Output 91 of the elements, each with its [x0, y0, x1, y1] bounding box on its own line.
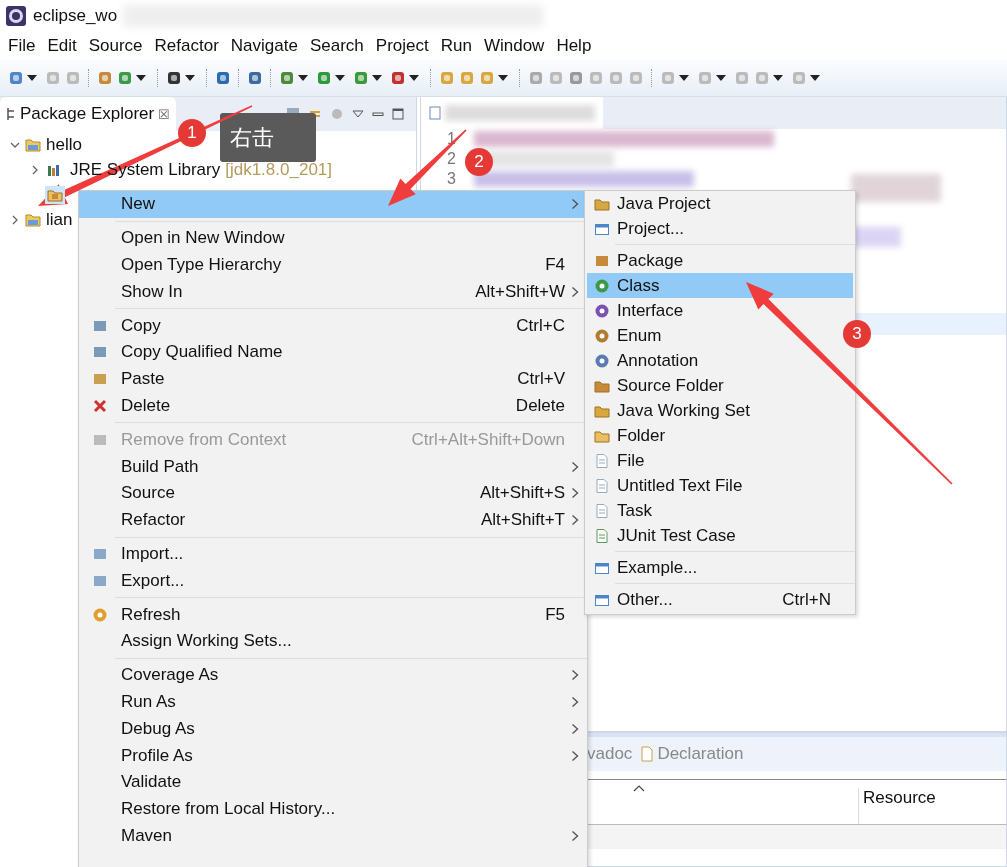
caret-icon[interactable] — [372, 75, 382, 81]
line-number: 3 — [447, 170, 456, 188]
menu-item[interactable]: Run As — [79, 688, 587, 716]
at-icon — [594, 352, 610, 369]
caret-icon[interactable] — [810, 75, 820, 81]
menu-item[interactable]: Help — [550, 36, 598, 56]
menu-item[interactable]: Java Project — [587, 191, 853, 216]
menu-item[interactable]: Restore from Local History... — [79, 795, 587, 823]
menu-item[interactable]: Export... — [79, 567, 587, 595]
menu-item[interactable]: JUnit Test Case — [587, 523, 853, 548]
menu-item[interactable]: Coverage As — [79, 661, 587, 689]
menu-item[interactable]: Untitled Text File — [587, 473, 853, 498]
menu-item[interactable]: Paste Ctrl+V — [79, 365, 587, 393]
package-explorer-tab[interactable]: Package Explorer ☒ — [0, 97, 177, 131]
task-icon — [594, 502, 610, 519]
menu-item[interactable]: Validate — [79, 768, 587, 796]
close-button[interactable]: ☒ — [158, 106, 171, 122]
caret-icon[interactable] — [335, 75, 345, 81]
menu-item[interactable]: Maven — [79, 822, 587, 850]
caret-icon[interactable] — [498, 75, 508, 81]
menu-item[interactable]: Package — [587, 248, 853, 273]
menu-item[interactable]: Navigate — [224, 36, 304, 56]
project-folder-icon — [25, 212, 41, 227]
menu-item[interactable]: Interface — [587, 298, 853, 323]
tab-title: Package Explorer — [20, 104, 155, 124]
menu-item[interactable]: Source — [82, 36, 149, 56]
view-menu-icon[interactable] — [352, 110, 364, 118]
menu-item[interactable]: Search — [303, 36, 370, 56]
declaration-icon — [640, 746, 655, 762]
menu-item[interactable]: Project — [369, 36, 435, 56]
tree-item[interactable]: lian — [0, 207, 73, 232]
app-logo-icon — [5, 5, 27, 27]
menu-item[interactable]: File — [587, 448, 853, 473]
menu-item[interactable]: Build Path — [79, 453, 587, 480]
caret-icon[interactable] — [773, 75, 783, 81]
package-folder-icon — [47, 187, 63, 202]
interface-icon — [594, 302, 610, 319]
column-header[interactable]: Resource — [858, 788, 936, 824]
menu-item[interactable]: Example... — [587, 555, 853, 580]
menu-item[interactable]: Copy Qualified Name — [79, 339, 587, 366]
menu-item[interactable]: Class — [587, 273, 853, 298]
menu-item[interactable]: Debug As — [79, 715, 587, 743]
project-folder-icon — [25, 137, 41, 152]
menu-item[interactable]: Profile As — [79, 742, 587, 769]
enum-icon — [594, 327, 610, 344]
tooltip: 右击 — [220, 113, 316, 162]
menu-item[interactable]: Open in New Window — [79, 224, 587, 252]
menu-item[interactable]: Java Working Set — [587, 398, 853, 423]
menu-item[interactable]: Open Type Hierarchy F4 — [79, 251, 587, 279]
caret-icon[interactable] — [679, 75, 689, 81]
menu-item[interactable]: Run — [434, 36, 478, 56]
refresh-icon — [92, 606, 108, 623]
caret-icon[interactable] — [298, 75, 308, 81]
menu-item[interactable]: Window — [477, 36, 551, 56]
menu-item[interactable]: Source Alt+Shift+S — [79, 479, 587, 507]
text-file-icon — [594, 477, 610, 494]
collapsed-icon[interactable] — [10, 214, 20, 225]
menu-item[interactable]: Refactor — [148, 36, 225, 56]
step-badge: 2 — [465, 148, 493, 176]
java-file-icon — [429, 106, 441, 120]
caret-icon[interactable] — [136, 75, 146, 81]
menu-item[interactable]: Import... — [79, 540, 587, 568]
menu-item[interactable]: Delete Delete — [79, 392, 587, 420]
menu-item[interactable]: Edit — [41, 36, 83, 56]
menu-item[interactable]: Source Folder — [587, 373, 853, 398]
hierarchy-icon — [6, 107, 16, 121]
line-number: 2 — [447, 150, 456, 168]
menu-item[interactable]: New — [79, 191, 587, 218]
menu-item[interactable]: Folder — [587, 423, 853, 448]
menu-item[interactable]: Task — [587, 498, 853, 523]
menu-item[interactable]: Refresh F5 — [79, 601, 587, 628]
menu-item[interactable]: File — [2, 36, 42, 56]
junit-icon — [594, 527, 610, 544]
window-title: eclipse_wo — [33, 6, 118, 26]
menu-item[interactable]: Refactor Alt+Shift+T — [79, 506, 587, 534]
maximize-icon[interactable] — [392, 108, 404, 120]
menu-item[interactable]: Project... — [587, 216, 853, 241]
tree-item[interactable]: hello — [0, 132, 82, 157]
delete-icon — [92, 397, 108, 414]
sort-icon[interactable] — [633, 784, 645, 792]
menu-item[interactable]: Copy Ctrl+C — [79, 312, 587, 339]
file-icon — [594, 452, 610, 469]
menu-item[interactable]: Annotation — [587, 348, 853, 373]
caret-icon[interactable] — [716, 75, 726, 81]
menu-item[interactable]: Show In Alt+Shift+W — [79, 278, 587, 306]
menu-item[interactable]: Other... Ctrl+N — [587, 587, 853, 612]
caret-icon[interactable] — [27, 75, 37, 81]
menu-item[interactable]: Assign Working Sets... — [79, 627, 587, 655]
collapsed-icon[interactable] — [30, 164, 40, 175]
caret-icon[interactable] — [185, 75, 195, 81]
caret-icon[interactable] — [409, 75, 419, 81]
